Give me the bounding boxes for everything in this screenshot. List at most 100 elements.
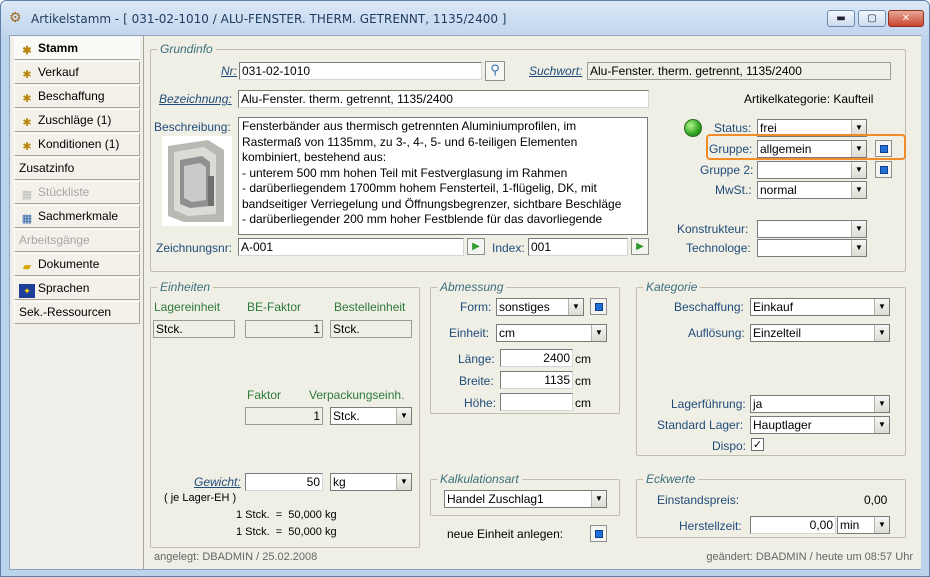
je-lager-text: ( je Lager-EH ): [164, 492, 237, 504]
nr-input[interactable]: 031-02-1010: [239, 62, 482, 80]
dispo-checkbox[interactable]: ✓: [751, 438, 764, 451]
breite-unit: cm: [575, 374, 591, 388]
chevron-down-icon: ▼: [851, 221, 866, 237]
neue-einheit-button[interactable]: [590, 525, 607, 542]
einstandspreis-label: Einstandspreis:: [657, 493, 740, 507]
hoehe-input[interactable]: [500, 393, 573, 411]
application-window: ⚙ Artikelstamm - [ 031-02-1010 / ALU-FEN…: [0, 0, 930, 577]
gruppe2-select[interactable]: ▼: [757, 161, 867, 179]
laenge-label: Länge:: [458, 352, 495, 366]
chevron-down-icon: ▼: [874, 325, 889, 341]
folder-icon: ▰: [22, 261, 32, 273]
konstrukteur-select[interactable]: ▼: [757, 220, 867, 238]
nav-item-stamm[interactable]: ✱ Stamm: [14, 37, 140, 60]
nav-item-verkauf[interactable]: ✱ Verkauf: [14, 61, 140, 84]
gruppe-detail-button[interactable]: [875, 140, 892, 157]
bezeichnung-label: Bezeichnung:: [159, 92, 232, 106]
eu-flag-icon: ✦: [19, 284, 35, 298]
gruppe-select[interactable]: allgemein ▼: [757, 140, 867, 158]
breite-input[interactable]: 1135: [500, 371, 573, 389]
conversion-line-2: 1 Stck. = 50,000 kg: [236, 526, 337, 538]
gruppe2-detail-button[interactable]: [875, 161, 892, 178]
gewicht-input[interactable]: 50: [245, 473, 323, 491]
beschreibung-textarea[interactable]: Fensterbänder aus thermisch getrennten A…: [238, 117, 648, 235]
verpackung-select[interactable]: Stck. ▼: [330, 407, 412, 425]
zeichnung-open-button[interactable]: ▶: [467, 238, 485, 255]
lagereinheit-field[interactable]: Stck.: [153, 320, 235, 338]
gruppe-label: Gruppe:: [709, 142, 753, 156]
nav-item-sachmerkmale[interactable]: ▦ Sachmerkmale: [14, 205, 140, 228]
gewicht-unit-select[interactable]: kg ▼: [330, 473, 412, 491]
square-icon: [880, 145, 888, 153]
chevron-down-icon: ▼: [851, 182, 866, 198]
chevron-down-icon: ▼: [396, 408, 411, 424]
play-icon: ▶: [636, 241, 644, 252]
grid-icon: ▦: [21, 189, 33, 201]
bezeichnung-input[interactable]: Alu-Fenster. therm. getrennt, 1135/2400: [238, 90, 649, 108]
bestelleinheit-field[interactable]: Stck.: [330, 320, 412, 338]
befaktor-field[interactable]: 1: [245, 320, 323, 338]
beschaffung-select[interactable]: Einkauf ▼: [750, 298, 890, 316]
abmessung-legend: Abmessung: [440, 280, 504, 294]
bestelleinheit-label: Bestelleinheit: [334, 300, 406, 314]
search-icon[interactable]: ⚲: [485, 61, 505, 81]
minimize-button[interactable]: ▬: [827, 10, 855, 27]
herstellzeit-input[interactable]: 0,00: [750, 516, 836, 534]
lagerfuehrung-label: Lagerführung:: [671, 397, 746, 411]
gear-star-icon: ✱: [22, 141, 32, 153]
suchwort-input[interactable]: Alu-Fenster. therm. getrennt, 1135/2400: [587, 62, 891, 80]
form-detail-button[interactable]: [590, 298, 607, 315]
gear-star-icon: ✱: [22, 69, 32, 81]
index-label: Index:: [492, 241, 525, 255]
chevron-down-icon: ▼: [874, 396, 889, 412]
verpackung-label: Verpackungseinh.: [309, 388, 405, 402]
gear-star-icon: ✱: [22, 93, 32, 105]
square-icon: [595, 530, 603, 538]
section-nav: ✱ Stamm ✱ Verkauf ✱ Beschaffung ✱ Zuschläge …: [10, 36, 142, 569]
lagereinheit-label: Lagereinheit: [154, 300, 221, 314]
befaktor-label: BE-Faktor: [247, 300, 302, 314]
chevron-down-icon: ▼: [591, 491, 606, 507]
hoehe-label: Höhe:: [464, 396, 497, 410]
product-image: [162, 136, 232, 226]
mwst-select[interactable]: normal ▼: [757, 181, 867, 199]
created-info: angelegt: DBADMIN / 25.02.2008: [154, 551, 318, 563]
chevron-down-icon: ▼: [874, 299, 889, 315]
nav-item-dokumente[interactable]: ▰ Dokumente: [14, 253, 140, 276]
nav-item-sprachen[interactable]: ✦ Sprachen: [14, 277, 140, 300]
chevron-down-icon: ▼: [396, 474, 411, 490]
gear-star-icon: ✱: [22, 45, 32, 57]
index-open-button[interactable]: ▶: [631, 238, 649, 255]
close-button[interactable]: ✕: [888, 10, 924, 27]
abmessung-einheit-select[interactable]: cm ▼: [496, 324, 607, 342]
nav-item-beschaffung[interactable]: ✱ Beschaffung: [14, 85, 140, 108]
einstandspreis-value: 0,00: [864, 493, 888, 507]
gear-star-icon: ✱: [22, 117, 32, 129]
lagerfuehrung-select[interactable]: ja ▼: [750, 395, 890, 413]
nav-item-konditionen[interactable]: ✱ Konditionen (1): [14, 133, 140, 156]
technologe-select[interactable]: ▼: [757, 239, 867, 257]
app-icon: ⚙: [9, 10, 22, 26]
nav-item-sek-ressourcen[interactable]: Sek.-Ressourcen: [14, 301, 140, 324]
maximize-button[interactable]: ▢: [858, 10, 886, 27]
gewicht-label: Gewicht:: [194, 475, 241, 489]
nav-item-zuschlaege[interactable]: ✱ Zuschläge (1): [14, 109, 140, 132]
laenge-input[interactable]: 2400: [500, 349, 573, 367]
herstellzeit-label: Herstellzeit:: [679, 519, 742, 533]
title-bar[interactable]: ⚙ Artikelstamm - [ 031-02-1010 / ALU-FEN…: [1, 1, 929, 35]
index-input[interactable]: 001: [528, 238, 628, 256]
aufloesung-select[interactable]: Einzelteil ▼: [750, 324, 890, 342]
kalkulation-select[interactable]: Handel Zuschlag1 ▼: [444, 490, 607, 508]
zeichnungsnr-input[interactable]: A-001: [238, 238, 464, 256]
herstellzeit-unit-select[interactable]: min ▼: [837, 516, 890, 534]
nav-item-arbeitsgaenge[interactable]: Arbeitsgänge: [14, 229, 140, 252]
chevron-down-icon: ▼: [591, 325, 606, 341]
nav-item-stueckliste[interactable]: ▦ Stückliste: [14, 181, 140, 204]
form-select[interactable]: sonstiges ▼: [496, 298, 584, 316]
nr-label: Nr:: [221, 64, 237, 78]
mwst-label: MwSt.:: [715, 183, 752, 197]
faktor-field[interactable]: 1: [245, 407, 323, 425]
nav-item-zusatzinfo[interactable]: Zusatzinfo: [14, 157, 140, 180]
standardlager-select[interactable]: Hauptlager ▼: [750, 416, 890, 434]
square-icon: [880, 166, 888, 174]
